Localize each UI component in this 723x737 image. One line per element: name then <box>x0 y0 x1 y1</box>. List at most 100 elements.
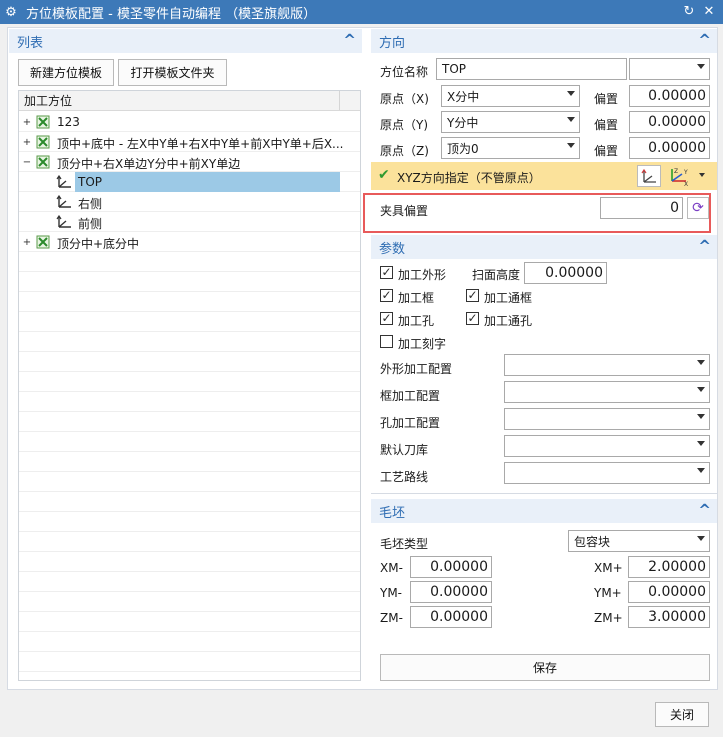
tree-item-orientation[interactable]: 前侧 <box>19 212 360 232</box>
fixture-offset-input[interactable]: 0 <box>600 197 683 219</box>
tree-header: 加工方位 <box>19 91 360 111</box>
list-section-header[interactable]: 列表 ^ <box>9 29 362 53</box>
row-divider <box>19 331 360 332</box>
zm-minus-label: ZM- <box>380 611 403 625</box>
offset-z-input[interactable]: 0.00000 <box>629 137 710 159</box>
row-divider <box>19 311 360 312</box>
hole-checkbox[interactable]: ✓ <box>380 312 393 325</box>
tree-item-template[interactable]: + 顶中+底中 - 左X中Y单+右X中Y单+前X中Y单+后X... <box>19 132 360 152</box>
chevron-down-icon <box>567 91 575 96</box>
ym-minus-label: YM- <box>380 586 403 600</box>
header-divider <box>339 91 340 110</box>
close-button[interactable]: 关闭 <box>655 702 709 727</box>
tree-item-template[interactable]: − 顶分中+右X单边Y分中+前XY单边 <box>19 152 360 172</box>
params-section-header[interactable]: 参数 ^ <box>371 235 717 259</box>
chevron-down-icon <box>697 536 705 541</box>
chevron-down-icon <box>697 441 705 446</box>
collapse-chevron-icon[interactable]: ^ <box>698 501 711 519</box>
collapse-chevron-icon[interactable]: ^ <box>698 31 711 49</box>
collapse-chevron-icon[interactable]: ^ <box>698 237 711 255</box>
engrave-checkbox[interactable] <box>380 335 393 348</box>
ym-minus-input[interactable]: 0.00000 <box>410 581 492 603</box>
name-dropdown[interactable] <box>629 58 710 80</box>
hole-config-select[interactable] <box>504 408 710 430</box>
origin-y-value: Y分中 <box>447 115 479 130</box>
close-icon[interactable]: ✕ <box>700 3 718 21</box>
row-divider <box>19 391 360 392</box>
tree-item-template[interactable]: + 123 <box>19 112 360 132</box>
through-frame-checkbox-label: 加工通框 <box>484 291 533 305</box>
hole-config-label: 孔加工配置 <box>380 416 441 430</box>
zm-plus-input[interactable]: 3.00000 <box>628 606 710 628</box>
csys-icon <box>56 195 71 208</box>
row-divider <box>19 451 360 452</box>
csys-icon <box>56 175 71 188</box>
origin-x-select[interactable]: X分中 <box>441 85 580 107</box>
refresh-icon[interactable]: ⟳ <box>687 197 709 219</box>
direction-section-header[interactable]: 方向 ^ <box>371 29 717 53</box>
blank-section-header[interactable]: 毛坯 ^ <box>371 499 717 523</box>
origin-y-select[interactable]: Y分中 <box>441 111 580 133</box>
selection-highlight <box>75 172 340 192</box>
template-node-icon <box>36 135 50 149</box>
tree-item-orientation[interactable]: 右侧 <box>19 192 360 212</box>
section-divider <box>371 493 717 494</box>
collapse-chevron-icon[interactable]: ^ <box>343 31 356 49</box>
ym-plus-input[interactable]: 0.00000 <box>628 581 710 603</box>
blank-type-label: 毛坯类型 <box>380 537 429 551</box>
blank-section-title: 毛坯 <box>379 505 406 521</box>
name-label: 方位名称 <box>380 65 429 79</box>
row-divider <box>19 511 360 512</box>
engrave-checkbox-label: 加工刻字 <box>398 337 447 351</box>
frame-config-select[interactable] <box>504 381 710 403</box>
template-tree[interactable]: 加工方位 + 123 + 顶中+底中 - 左X中Y单+右X中Y单+前X中Y单+后… <box>18 90 361 681</box>
origin-z-select[interactable]: 顶为0 <box>441 137 580 159</box>
gear-icon[interactable]: ⚙ <box>0 5 22 20</box>
row-divider <box>19 571 360 572</box>
name-input[interactable]: TOP <box>436 58 627 80</box>
expand-plus-icon[interactable]: + <box>22 117 32 128</box>
route-select[interactable] <box>504 462 710 484</box>
outline-checkbox-label: 加工外形 <box>398 268 447 282</box>
outline-checkbox[interactable]: ✓ <box>380 266 393 279</box>
row-divider <box>19 291 360 292</box>
template-node-icon <box>36 235 50 249</box>
xm-plus-input[interactable]: 2.00000 <box>628 556 710 578</box>
tree-item-template[interactable]: + 顶分中+底分中 <box>19 232 360 252</box>
zm-minus-input[interactable]: 0.00000 <box>410 606 492 628</box>
expand-plus-icon[interactable]: + <box>22 237 32 248</box>
through-hole-checkbox[interactable]: ✓ <box>466 312 479 325</box>
outline-config-select[interactable] <box>504 354 710 376</box>
collapse-minus-icon[interactable]: − <box>22 157 32 168</box>
reset-icon[interactable]: ↻ <box>680 3 698 21</box>
tree-item-label: 顶分中+右X单边Y分中+前XY单边 <box>57 157 241 171</box>
svg-text:X: X <box>684 181 688 187</box>
scan-height-input[interactable]: 0.00000 <box>524 262 607 284</box>
through-frame-checkbox[interactable]: ✓ <box>466 289 479 302</box>
blank-type-select[interactable]: 包容块 <box>568 530 710 552</box>
chevron-down-icon <box>697 64 705 69</box>
frame-checkbox[interactable]: ✓ <box>380 289 393 302</box>
tool-lib-select[interactable] <box>504 435 710 457</box>
tree-item-orientation[interactable]: TOP <box>19 172 360 192</box>
xyz-direction-bar[interactable]: ✔ XYZ方向指定（不管原点） Z X Y <box>371 162 717 190</box>
window-title: 方位模板配置 - 模圣零件自动编程 （模圣旗舰版） <box>26 6 317 22</box>
tool-lib-label: 默认刀库 <box>380 443 429 457</box>
offset-x-label: 偏置 <box>594 92 619 106</box>
offset-y-input[interactable]: 0.00000 <box>629 111 710 133</box>
open-template-folder-button[interactable]: 打开模板文件夹 <box>118 59 227 86</box>
save-button[interactable]: 保存 <box>380 654 710 681</box>
template-node-icon <box>36 115 50 129</box>
csys-dialog-button[interactable] <box>637 165 661 187</box>
chevron-down-icon[interactable] <box>699 173 705 177</box>
new-template-button[interactable]: 新建方位模板 <box>18 59 114 86</box>
offset-x-input[interactable]: 0.00000 <box>629 85 710 107</box>
row-divider <box>19 491 360 492</box>
chevron-down-icon <box>567 143 575 148</box>
xm-minus-input[interactable]: 0.00000 <box>410 556 492 578</box>
xyz-axis-icon: Z X Y <box>671 168 688 188</box>
expand-plus-icon[interactable]: + <box>22 137 32 148</box>
frame-checkbox-label: 加工框 <box>398 291 435 305</box>
row-divider <box>19 411 360 412</box>
csys-axis-button[interactable]: Z X Y <box>664 165 694 188</box>
